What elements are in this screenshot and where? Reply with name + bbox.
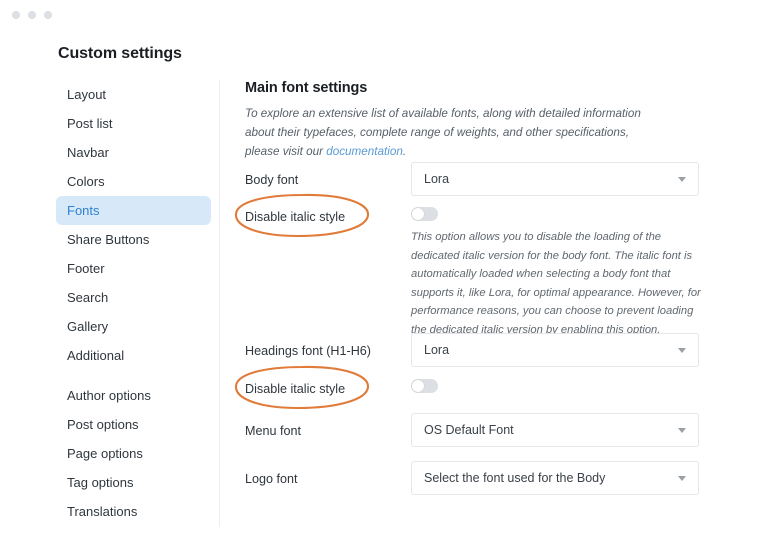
sidebar-item-label: Post list [67,116,113,131]
sidebar-item-label: Fonts [67,203,100,218]
sidebar-group-separator [56,370,211,381]
sidebar-item-page-options[interactable]: Page options [56,439,211,468]
body-disable-italic-help-text: This option allows you to disable the lo… [411,228,707,340]
body-font-label: Body font [245,162,411,187]
toggle-knob [412,208,424,220]
chevron-down-icon [678,428,686,433]
menu-font-label: Menu font [245,413,411,438]
headings-font-value: Lora [424,343,678,357]
sidebar-item-post-options[interactable]: Post options [56,410,211,439]
section-description: To explore an extensive list of availabl… [245,105,661,162]
sidebar-item-translations[interactable]: Translations [56,497,211,526]
sidebar-item-footer[interactable]: Footer [56,254,211,283]
sidebar-item-tag-options[interactable]: Tag options [56,468,211,497]
sidebar-item-label: Navbar [67,145,109,160]
field-row-logo-font: Logo font Select the font used for the B… [245,461,715,495]
body-font-value: Lora [424,172,678,186]
sidebar-item-label: Author options [67,388,151,403]
field-row-headings-disable-italic: Disable italic style [245,379,715,396]
sidebar-item-post-list[interactable]: Post list [56,109,211,138]
body-disable-italic-label: Disable italic style [245,207,411,224]
headings-disable-italic-toggle[interactable] [411,379,438,393]
sidebar-item-label: Footer [67,261,105,276]
sidebar-item-fonts[interactable]: Fonts [56,196,211,225]
menu-font-select[interactable]: OS Default Font [411,413,699,447]
chevron-down-icon [678,348,686,353]
menu-font-value: OS Default Font [424,423,678,437]
minimize-dot-icon[interactable] [28,11,36,19]
sidebar-item-colors[interactable]: Colors [56,167,211,196]
field-row-headings-font: Headings font (H1-H6) Lora [245,333,715,367]
sidebar-item-navbar[interactable]: Navbar [56,138,211,167]
sidebar-item-label: Gallery [67,319,108,334]
field-row-body-font: Body font Lora [245,162,715,196]
close-dot-icon[interactable] [12,11,20,19]
body-font-select[interactable]: Lora [411,162,699,196]
sidebar-content-divider [219,80,220,527]
chevron-down-icon [678,476,686,481]
description-text-before: To explore an extensive list of availabl… [245,107,641,158]
sidebar-item-author-options[interactable]: Author options [56,381,211,410]
section-heading: Main font settings [245,80,715,96]
headings-font-label: Headings font (H1-H6) [245,333,411,358]
sidebar-item-label: Search [67,290,108,305]
description-text-after: . [403,145,406,158]
window-titlebar [0,0,768,28]
sidebar-item-label: Layout [67,87,106,102]
sidebar-item-gallery[interactable]: Gallery [56,312,211,341]
headings-disable-italic-label: Disable italic style [245,379,411,396]
field-row-body-disable-italic: Disable italic style [245,207,715,224]
sidebar-item-search[interactable]: Search [56,283,211,312]
logo-font-select[interactable]: Select the font used for the Body [411,461,699,495]
main-content: Main font settings To explore an extensi… [245,80,715,162]
settings-sidebar: Layout Post list Navbar Colors Fonts Sha… [56,80,211,526]
logo-font-value: Select the font used for the Body [424,471,678,485]
page-title: Custom settings [58,45,182,63]
sidebar-item-label: Share Buttons [67,232,149,247]
logo-font-label: Logo font [245,461,411,486]
sidebar-item-label: Post options [67,417,139,432]
sidebar-item-label: Additional [67,348,124,363]
sidebar-item-label: Tag options [67,475,134,490]
sidebar-item-label: Page options [67,446,143,461]
sidebar-item-share-buttons[interactable]: Share Buttons [56,225,211,254]
sidebar-item-label: Colors [67,174,105,189]
headings-font-select[interactable]: Lora [411,333,699,367]
field-row-menu-font: Menu font OS Default Font [245,413,715,447]
sidebar-item-label: Translations [67,504,137,519]
maximize-dot-icon[interactable] [44,11,52,19]
body-disable-italic-toggle[interactable] [411,207,438,221]
window-controls [12,11,52,19]
chevron-down-icon [678,177,686,182]
toggle-knob [412,380,424,392]
documentation-link[interactable]: documentation [326,145,403,158]
sidebar-item-additional[interactable]: Additional [56,341,211,370]
sidebar-item-layout[interactable]: Layout [56,80,211,109]
